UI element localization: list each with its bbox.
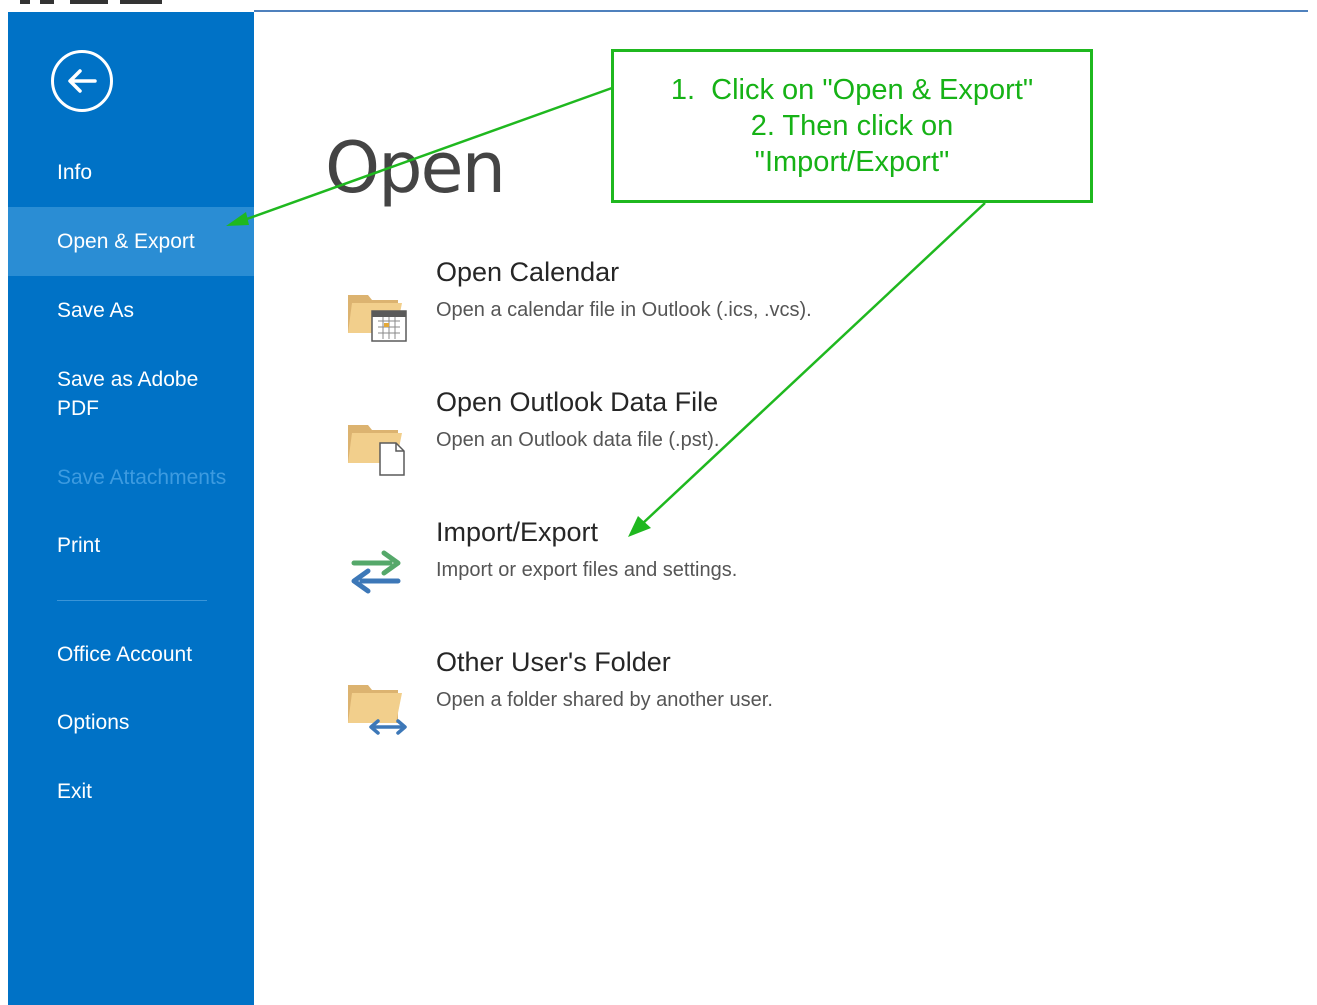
option-title: Open Outlook Data File (436, 387, 719, 417)
top-mark (70, 0, 108, 4)
nav-item-label: Print (57, 534, 101, 557)
nav-item-save-as-adobe-pdf[interactable]: Save as Adobe PDF (8, 365, 254, 423)
callout-line-2: 2. Then click on (750, 110, 954, 142)
nav-item-label: Open & Export (57, 230, 195, 253)
top-border-line (254, 10, 1308, 12)
option-title: Open Calendar (436, 257, 620, 287)
backstage-sidebar: Info Open & Export Save As Save as Adobe… (8, 12, 254, 1005)
option-description: Import or export files and settings. (436, 559, 738, 581)
nav-item-label: Save as Adobe PDF (57, 368, 199, 420)
nav-item-label: Save Attachments (57, 466, 227, 489)
top-mark (40, 0, 54, 4)
nav-item-label: Info (57, 161, 93, 184)
folder-document-icon (348, 425, 405, 476)
nav-item-open-export[interactable]: Open & Export (8, 207, 254, 276)
option-description: Open a folder shared by another user. (436, 689, 773, 711)
nav-item-exit[interactable]: Exit (8, 777, 254, 806)
nav-item-label: Exit (57, 780, 93, 803)
top-strip (0, 0, 1317, 12)
instruction-callout: 1. Click on "Open & Export" 2. Then clic… (611, 49, 1093, 203)
open-outlook-data-file-option[interactable]: Open Outlook Data File Open an Outlook d… (340, 385, 960, 495)
page-title: Open (325, 127, 506, 209)
callout-line-1: 1. Click on "Open & Export" (670, 74, 1034, 106)
sidebar-divider (57, 600, 207, 601)
nav-item-save-as[interactable]: Save As (8, 296, 254, 325)
folder-calendar-icon (348, 295, 407, 342)
import-export-arrows-icon (351, 550, 401, 594)
option-title: Other User's Folder (436, 647, 671, 677)
import-export-option[interactable]: Import/Export Import or export files and… (340, 515, 960, 625)
back-button[interactable] (51, 50, 113, 112)
open-calendar-option[interactable]: Open Calendar Open a calendar file in Ou… (340, 255, 960, 365)
nav-item-label: Options (57, 711, 130, 734)
nav-item-options[interactable]: Options (8, 708, 254, 737)
other-users-folder-option[interactable]: Other User's Folder Open a folder shared… (340, 645, 960, 755)
callout-line-3: "Import/Export" (754, 146, 950, 178)
nav-item-print[interactable]: Print (8, 531, 254, 560)
nav-item-info[interactable]: Info (8, 158, 254, 187)
nav-item-save-attachments: Save Attachments (8, 463, 254, 492)
option-title: Import/Export (436, 517, 599, 547)
back-arrow-circle-icon (68, 69, 97, 93)
option-description: Open a calendar file in Outlook (.ics, .… (436, 299, 812, 321)
nav-item-label: Office Account (57, 643, 193, 666)
top-mark (120, 0, 162, 4)
nav-item-label: Save As (57, 299, 135, 322)
option-description: Open an Outlook data file (.pst). (436, 429, 720, 451)
nav-item-office-account[interactable]: Office Account (8, 640, 254, 669)
folder-shared-icon (348, 685, 407, 735)
top-mark (20, 0, 30, 4)
